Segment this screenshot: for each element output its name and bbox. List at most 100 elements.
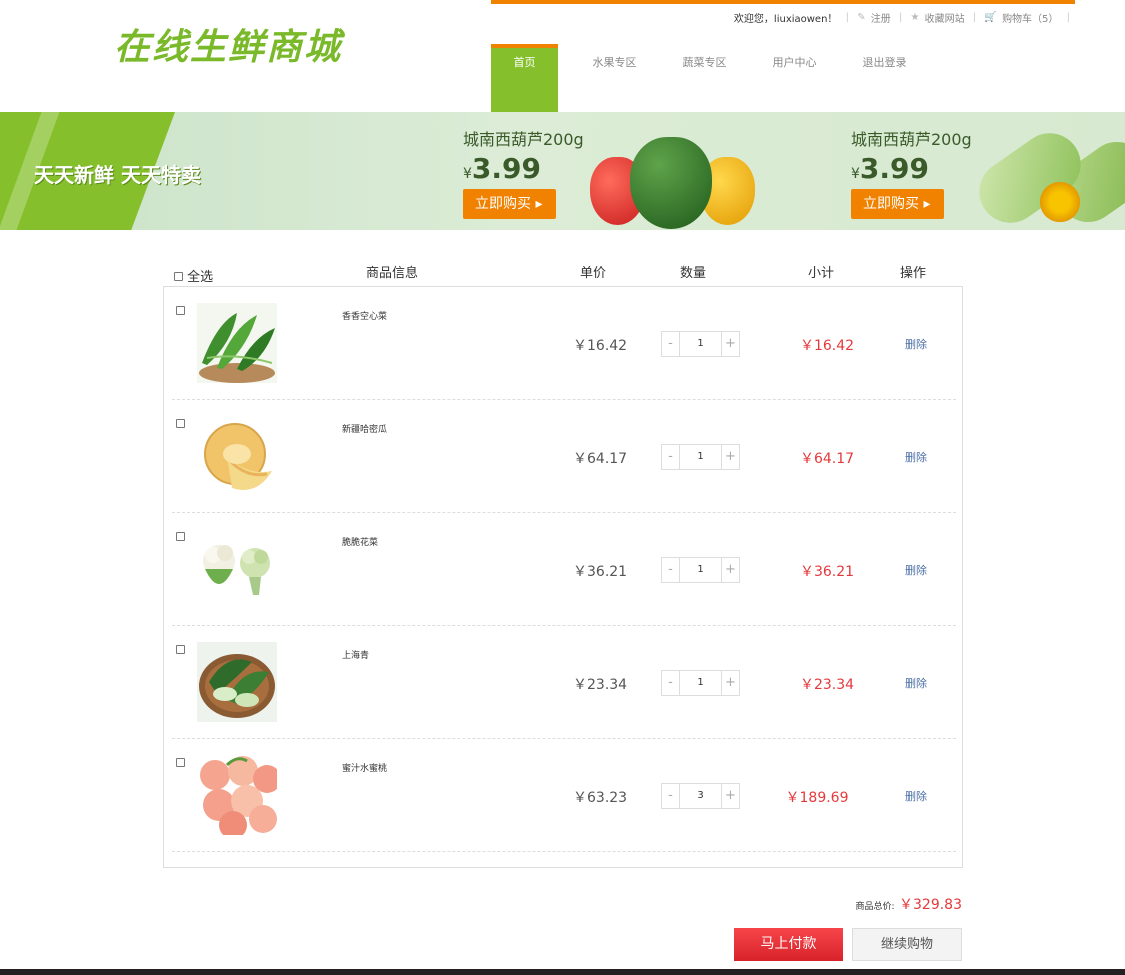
favorite-link[interactable]: 收藏网站 [925, 10, 965, 25]
divider: | [1066, 12, 1070, 23]
header-accent-line [491, 0, 1075, 4]
header-unit-price: 单价 [580, 266, 607, 281]
item-checkbox[interactable] [176, 532, 185, 541]
header-quantity: 数量 [680, 266, 707, 281]
item-checkbox[interactable] [176, 419, 185, 428]
quantity-input[interactable]: 1 [679, 558, 722, 582]
item-unit-price: ￥16.42 [573, 338, 628, 354]
nav-vegetable[interactable]: 蔬菜专区 [671, 44, 738, 112]
increase-button[interactable]: + [722, 784, 739, 808]
select-all[interactable]: 全选 [174, 266, 213, 285]
cauliflower-image[interactable] [197, 529, 277, 609]
quantity-stepper: - 3 + [661, 783, 740, 809]
water-spinach-image[interactable] [197, 303, 277, 383]
hami-melon-image[interactable] [197, 416, 277, 496]
decrease-button[interactable]: - [662, 332, 679, 356]
header-subtotal: 小计 [808, 266, 835, 281]
divider: | [898, 12, 903, 23]
register-link[interactable]: 注册 [871, 10, 891, 25]
cart-items-list: 香香空心菜 ￥16.42 - 1 + ￥16.42 删除 新疆哈密瓜 ￥64.1… [163, 286, 963, 868]
peaches-image[interactable] [197, 755, 277, 835]
nav-fruit[interactable]: 水果专区 [581, 44, 648, 112]
promo-block-1: 城南西葫芦200g ¥3.99 立即购买 ▸ [463, 126, 584, 219]
top-links-bar: 欢迎您，liuxiaowen！ | ✎ 注册 | ★ 收藏网站 | 🛒 购物车（… [491, 10, 1075, 26]
item-subtotal: ￥36.21 [799, 564, 855, 580]
item-subtotal: ￥64.17 [799, 451, 855, 467]
decrease-button[interactable]: - [662, 671, 679, 695]
quantity-stepper: - 1 + [661, 444, 740, 470]
green-pepper-image [630, 137, 712, 229]
delete-link[interactable]: 删除 [905, 675, 927, 691]
select-all-checkbox[interactable] [174, 272, 183, 281]
footer-bar [0, 969, 1125, 975]
delete-link[interactable]: 删除 [905, 788, 927, 804]
item-checkbox[interactable] [176, 645, 185, 654]
increase-button[interactable]: + [722, 671, 739, 695]
quantity-input[interactable]: 3 [679, 784, 722, 808]
increase-button[interactable]: + [722, 445, 739, 469]
cart-row: 新疆哈密瓜 ￥64.17 - 1 + ￥64.17 删除 [172, 400, 956, 513]
decrease-button[interactable]: - [662, 784, 679, 808]
nav-user-center[interactable]: 用户中心 [761, 44, 828, 112]
increase-button[interactable]: + [722, 558, 739, 582]
quantity-input[interactable]: 1 [679, 445, 722, 469]
order-total: 商品总价: ￥329.83 [856, 894, 963, 914]
zucchini-flower-image [1040, 182, 1080, 222]
promo-banner[interactable]: 天天新鲜 天天特卖 城南西葫芦200g ¥3.99 立即购买 ▸ 城南西葫芦20… [0, 112, 1125, 230]
increase-button[interactable]: + [722, 332, 739, 356]
item-name[interactable]: 新疆哈密瓜 [342, 422, 387, 435]
edit-icon: ✎ [857, 12, 866, 23]
bok-choy-image[interactable] [197, 642, 277, 722]
item-unit-price: ￥64.17 [573, 451, 628, 467]
cart-icon: 🛒 [984, 12, 997, 23]
star-icon: ★ [910, 12, 920, 23]
quantity-input[interactable]: 1 [679, 332, 722, 356]
quantity-input[interactable]: 1 [679, 671, 722, 695]
decrease-button[interactable]: - [662, 558, 679, 582]
cart-table-header: 全选 商品信息 单价 数量 小计 操作 [163, 258, 963, 285]
banner-slogan: 天天新鲜 天天特卖 [34, 163, 201, 187]
item-subtotal: ￥16.42 [799, 338, 855, 354]
item-name[interactable]: 香香空心菜 [342, 309, 387, 322]
total-label: 商品总价: [855, 902, 895, 912]
item-subtotal: ￥189.69 [785, 790, 849, 806]
promo-price: ¥3.99 [851, 152, 930, 185]
cart-row: 香香空心菜 ￥16.42 - 1 + ￥16.42 删除 [172, 287, 956, 400]
item-name[interactable]: 上海青 [342, 648, 369, 661]
quantity-stepper: - 1 + [661, 557, 740, 583]
header-info: 商品信息 [366, 266, 419, 281]
cart-row: 蜜汁水蜜桃 ￥63.23 - 3 + ￥189.69 删除 [172, 739, 956, 852]
total-value: ￥329.83 [899, 897, 962, 913]
delete-link[interactable]: 删除 [905, 336, 927, 352]
item-checkbox[interactable] [176, 306, 185, 315]
nav-home[interactable]: 首页 [491, 44, 558, 112]
promo-name: 城南西葫芦200g [851, 130, 972, 149]
welcome-text: 欢迎您，liuxiaowen！ [733, 14, 838, 25]
delete-link[interactable]: 删除 [905, 562, 927, 578]
cart-row: 脆脆花菜 ￥36.21 - 1 + ￥36.21 删除 [172, 513, 956, 626]
buy-now-button[interactable]: 立即购买 ▸ [851, 189, 944, 219]
delete-link[interactable]: 删除 [905, 449, 927, 465]
item-unit-price: ￥36.21 [573, 564, 628, 580]
item-unit-price: ￥63.23 [573, 790, 628, 806]
pay-now-button[interactable]: 马上付款 [734, 928, 843, 961]
continue-shopping-button[interactable]: 继续购物 [852, 928, 962, 961]
item-subtotal: ￥23.34 [799, 677, 855, 693]
decrease-button[interactable]: - [662, 445, 679, 469]
item-checkbox[interactable] [176, 758, 185, 767]
buy-now-button[interactable]: 立即购买 ▸ [463, 189, 556, 219]
main-nav: 首页 水果专区 蔬菜专区 用户中心 退出登录 [491, 44, 941, 112]
item-name[interactable]: 脆脆花菜 [342, 535, 378, 548]
promo-block-2: 城南西葫芦200g ¥3.99 立即购买 ▸ [851, 126, 972, 219]
site-logo[interactable]: 在线生鲜商城 [114, 18, 342, 70]
promo-name: 城南西葫芦200g [463, 130, 584, 149]
promo-price: ¥3.99 [463, 152, 542, 185]
header-action: 操作 [900, 266, 927, 281]
quantity-stepper: - 1 + [661, 670, 740, 696]
item-name[interactable]: 蜜汁水蜜桃 [342, 761, 387, 774]
divider: | [845, 12, 849, 23]
nav-logout[interactable]: 退出登录 [851, 44, 918, 112]
cart-link[interactable]: 购物车（5） [1002, 10, 1058, 25]
item-unit-price: ￥23.34 [573, 677, 628, 693]
divider: | [972, 12, 977, 23]
